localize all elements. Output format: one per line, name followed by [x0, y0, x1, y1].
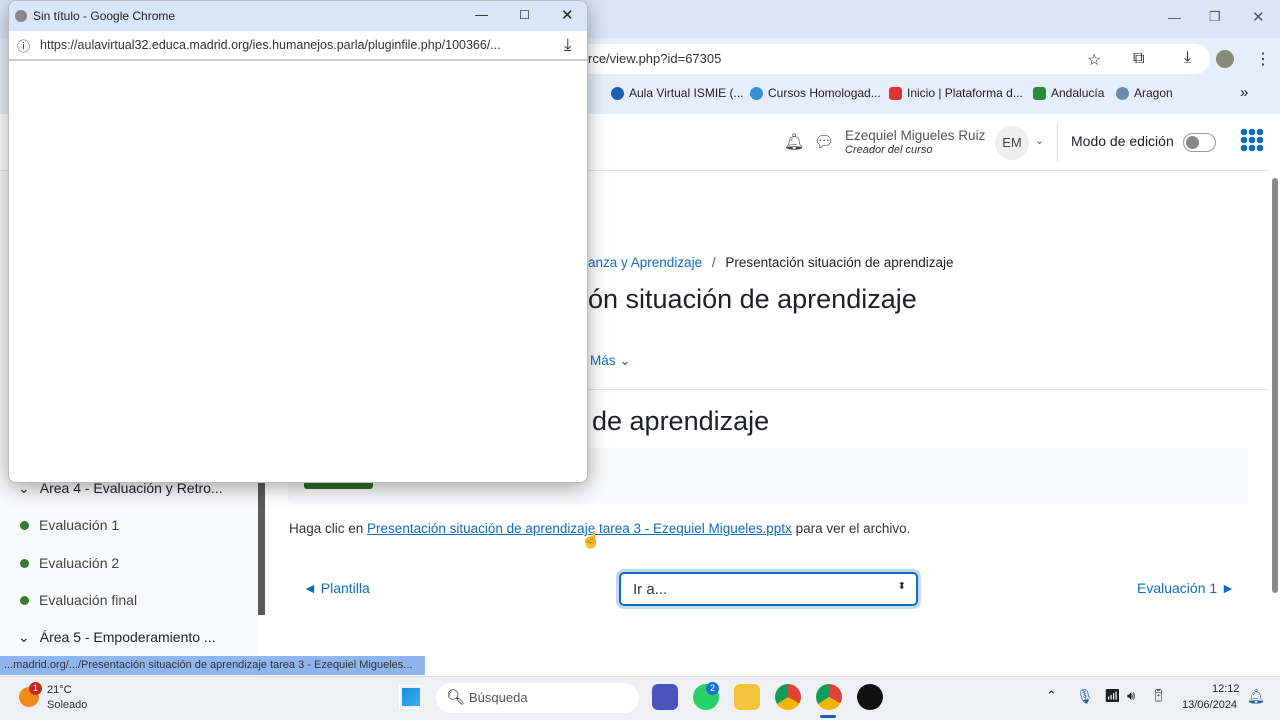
popup-address-bar[interactable]: ⓘ https://aulavirtual32.educa.madrid.org…	[9, 31, 587, 61]
popup-url: https://aulavirtual32.educa.madrid.org/i…	[40, 38, 501, 52]
divider	[1057, 124, 1058, 162]
avatar[interactable]: EM	[995, 126, 1029, 160]
chrome-icon	[15, 10, 27, 22]
select-arrows-icon: ⬍	[897, 581, 906, 592]
taskbar-search[interactable]: 🔍︎ Búsqueda	[436, 683, 639, 713]
download-icon[interactable]: ⤓	[564, 35, 572, 55]
complete-dot-icon	[20, 595, 29, 605]
complete-dot-icon	[20, 558, 29, 568]
teams-icon[interactable]	[652, 684, 678, 710]
close-icon[interactable]: ✕	[561, 6, 574, 24]
link-status-bar: ...madrid.org/.../Presentación situación…	[0, 656, 425, 675]
breadcrumb-current: Presentación situación de aprendizaje	[725, 255, 954, 270]
bookmark[interactable]: Inicio | Plataforma d...	[889, 86, 1023, 100]
sidebar-item[interactable]: Evaluación final	[20, 592, 137, 608]
whatsapp-badge: 2	[706, 682, 719, 695]
chrome-icon[interactable]	[775, 684, 801, 710]
minimize-icon[interactable]: —	[475, 7, 488, 22]
chevron-down-icon[interactable]: ⌄	[1035, 134, 1044, 147]
bookmark[interactable]: Andalucía	[1033, 86, 1104, 100]
hand-cursor-icon: ☝	[581, 532, 601, 549]
section-area-5[interactable]: ⌄ Área 5 - Empoderamiento ...	[18, 629, 216, 646]
complete-dot-icon	[20, 520, 29, 530]
wifi-icon[interactable]: 📶︎	[1104, 688, 1121, 704]
microphone-icon[interactable]: 🎙︎	[1076, 688, 1094, 705]
profile-avatar[interactable]	[1216, 50, 1234, 68]
popup-titlebar: Sin título - Google Chrome — ☐ ✕	[9, 1, 587, 31]
weather-condition: Soleado	[47, 699, 88, 711]
more-bookmarks-icon[interactable]: »	[1240, 84, 1248, 101]
file-explorer-icon[interactable]	[734, 684, 760, 710]
extensions-icon[interactable]: ⧉	[1133, 50, 1144, 68]
edit-mode-toggle[interactable]	[1183, 133, 1216, 152]
volume-icon[interactable]: 🔊︎	[1127, 688, 1135, 704]
next-activity-link[interactable]: Evaluación 1 ►	[1137, 580, 1235, 596]
obs-icon[interactable]	[857, 684, 883, 710]
clock-time[interactable]: 12:12	[1212, 683, 1240, 695]
breadcrumb-separator: /	[711, 255, 716, 270]
file-link[interactable]: Presentación situación de aprendizaje ta…	[367, 521, 792, 536]
page-scrollbar[interactable]	[1272, 178, 1278, 593]
clock-date[interactable]: 13/06/2024	[1182, 699, 1237, 711]
battery-icon[interactable]: 🔋︎	[1150, 688, 1167, 704]
sidebar-item[interactable]: Evaluación 1	[20, 517, 119, 533]
minimize-icon[interactable]: —	[1168, 10, 1181, 25]
divider	[588, 389, 1268, 390]
bookmark[interactable]: Cursos Homologad...	[750, 86, 881, 100]
active-indicator	[820, 715, 836, 718]
chevron-up-icon[interactable]: ⌃	[1046, 688, 1057, 704]
popup-window: Sin título - Google Chrome — ☐ ✕ ⓘ https…	[8, 0, 588, 483]
user-name: Ezequiel Migueles Ruiz	[845, 128, 986, 143]
bookmark[interactable]: Aula Virtual ISMIE (...	[611, 86, 744, 100]
breadcrumb: anza y Aprendizaje / Presentación situac…	[588, 255, 954, 270]
edit-mode-label: Modo de edición	[1071, 133, 1174, 149]
star-icon[interactable]: ☆	[1087, 50, 1101, 70]
sidebar-item[interactable]: Evaluación 2	[20, 555, 119, 571]
breadcrumb-parent[interactable]: anza y Aprendizaje	[588, 255, 702, 270]
tab-more[interactable]: Más ⌄	[590, 353, 631, 369]
chrome-profile-icon[interactable]	[816, 684, 842, 710]
page-title: ón situación de aprendizaje	[588, 284, 917, 314]
prev-activity-link[interactable]: ◄ Plantilla	[303, 580, 370, 596]
search-icon: 🔍︎	[446, 689, 466, 706]
user-role: Creador del curso	[845, 144, 933, 156]
restore-icon[interactable]: ❐	[1209, 9, 1221, 25]
download-icon[interactable]: ⤓	[1184, 49, 1191, 67]
section-heading: de aprendizaje	[592, 406, 770, 436]
temperature: 21°C	[47, 684, 72, 696]
popup-title: Sin título - Google Chrome	[33, 9, 176, 23]
jump-to-select[interactable]: Ir a... ⬍	[619, 572, 918, 606]
weather-badge: 1	[29, 682, 42, 695]
chat-icon[interactable]: 💬︎	[814, 132, 834, 152]
bell-icon[interactable]: 🔔︎	[784, 132, 804, 152]
close-icon[interactable]: ✕	[1252, 8, 1265, 26]
bookmark[interactable]: Aragon	[1116, 86, 1173, 100]
apps-grid-icon[interactable]	[1240, 128, 1264, 152]
windows-start-icon[interactable]	[399, 685, 423, 709]
menu-icon[interactable]: ⋮	[1255, 49, 1271, 69]
chevron-down-icon: ⌄	[18, 629, 30, 645]
address-bar[interactable]: rce/view.php?id=67305	[560, 44, 1210, 74]
maximize-icon[interactable]: ☐	[519, 8, 530, 22]
url-text: rce/view.php?id=67305	[588, 51, 722, 66]
info-icon[interactable]: ⓘ	[17, 36, 30, 55]
notification-bell-icon[interactable]: 🔔︎	[1247, 688, 1265, 705]
